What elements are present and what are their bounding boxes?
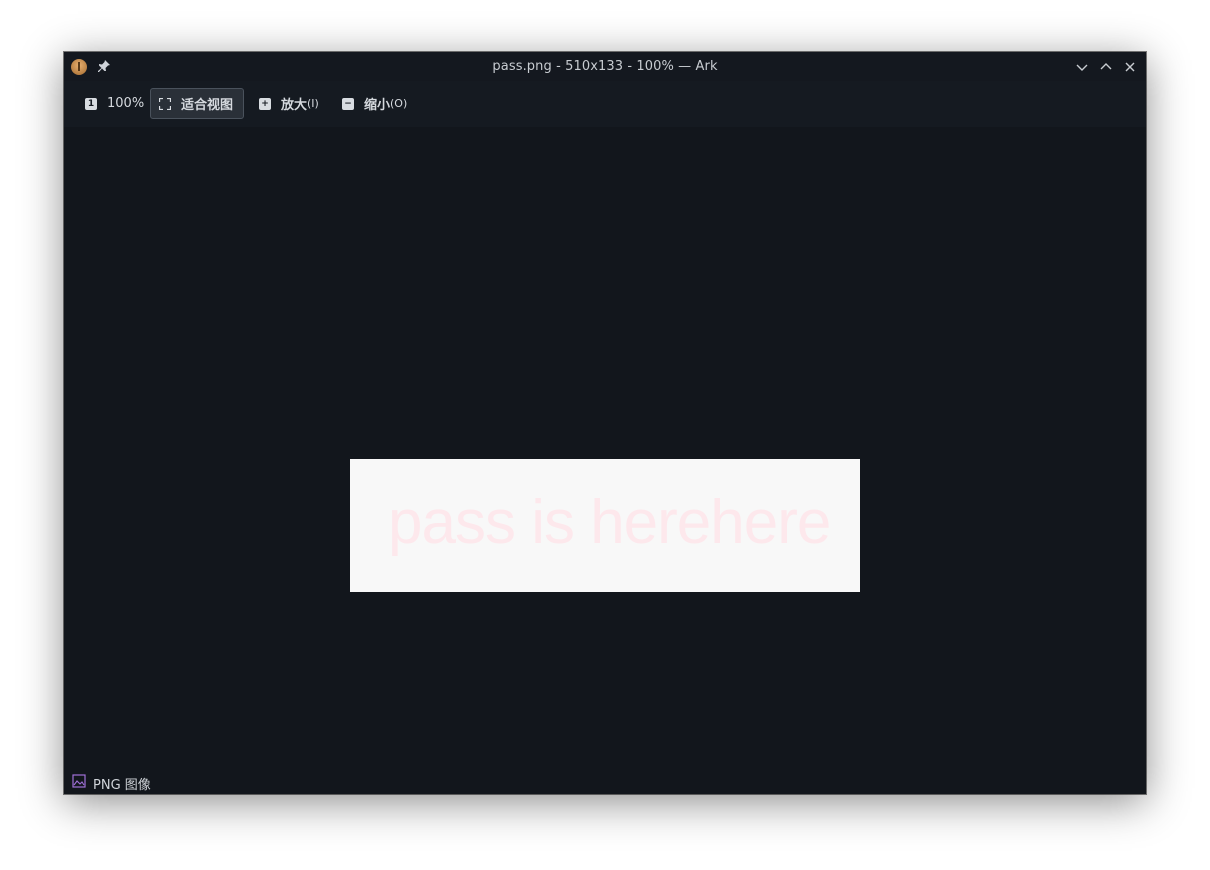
minimize-button[interactable] bbox=[1071, 56, 1093, 78]
maximize-button[interactable] bbox=[1095, 56, 1117, 78]
preview-image: pass is herehere bbox=[350, 459, 860, 592]
zoom-out-label: 缩小 bbox=[364, 98, 391, 113]
image-preview-area[interactable]: pass is herehere bbox=[64, 127, 1146, 776]
fit-view-button[interactable]: 适合视图 bbox=[150, 88, 244, 119]
zoom-out-shortcut: (O) bbox=[390, 97, 408, 110]
preview-image-text: pass is herehere bbox=[388, 488, 831, 557]
zoom-in-shortcut: (I) bbox=[307, 97, 319, 110]
actual-size-label: 100% bbox=[107, 96, 145, 111]
actual-size-button[interactable]: 1 100% bbox=[77, 88, 152, 119]
status-bar: PNG 图像 bbox=[64, 772, 1146, 794]
zoom-out-button[interactable]: − 缩小 (O) bbox=[334, 88, 415, 119]
window-title: pass.png - 510x133 - 100% — Ark bbox=[492, 59, 718, 74]
fit-view-label: 适合视图 bbox=[181, 98, 234, 113]
zoom-in-label: 放大 bbox=[281, 98, 308, 113]
zoom-out-icon: − bbox=[342, 97, 354, 110]
ark-window: pass.png - 510x133 - 100% — Ark 1 100% 适… bbox=[64, 52, 1146, 794]
toolbar: 1 100% 适合视图 + 放大 (I) − 缩小 (O) bbox=[64, 81, 1146, 127]
zoom-in-icon: + bbox=[259, 97, 271, 110]
minimize-icon bbox=[1076, 64, 1088, 71]
fit-view-icon bbox=[158, 97, 172, 110]
image-file-icon bbox=[72, 774, 86, 788]
maximize-icon bbox=[1100, 63, 1112, 70]
close-icon bbox=[1125, 62, 1135, 72]
zoom-in-button[interactable]: + 放大 (I) bbox=[251, 88, 327, 119]
title-bar[interactable]: pass.png - 510x133 - 100% — Ark bbox=[64, 52, 1146, 81]
close-button[interactable] bbox=[1119, 56, 1141, 78]
file-type-label: PNG 图像 bbox=[93, 778, 151, 793]
actual-size-icon: 1 bbox=[85, 97, 97, 110]
